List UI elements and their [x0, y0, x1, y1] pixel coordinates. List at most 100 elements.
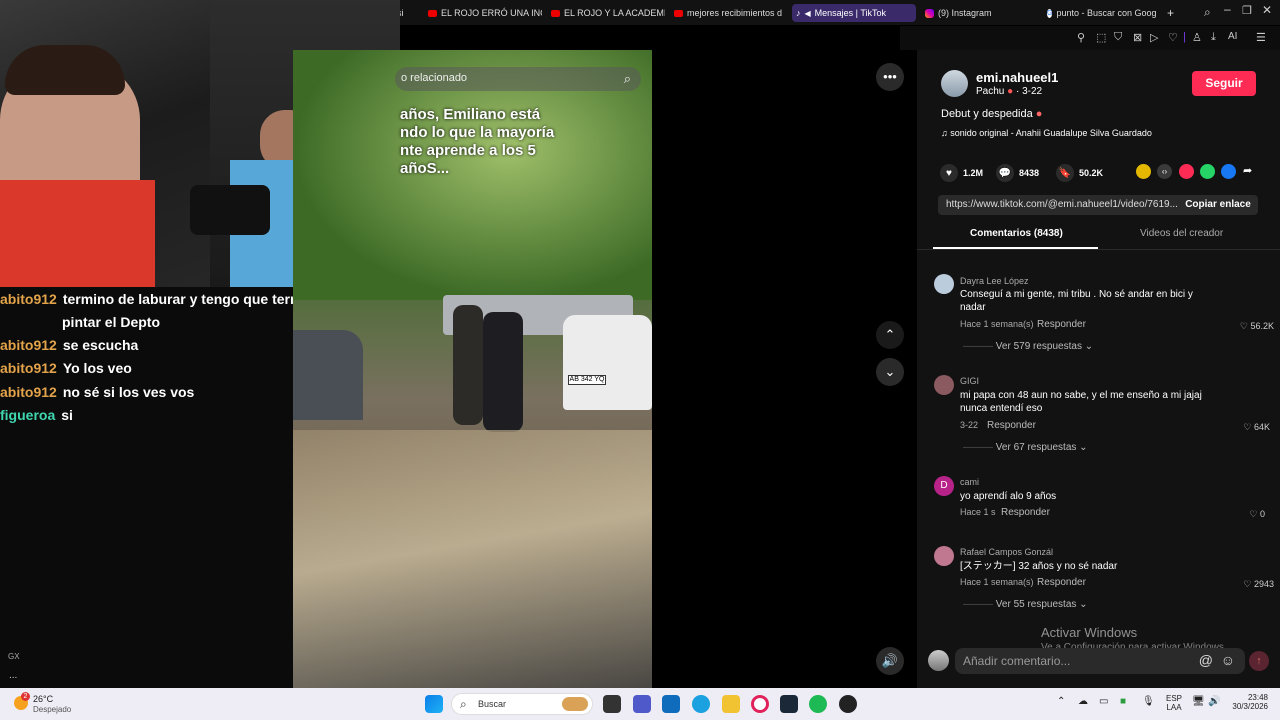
- pin-icon[interactable]: ⚲: [1077, 31, 1085, 44]
- commenter-name[interactable]: GIGI: [960, 376, 979, 386]
- comment-like-count[interactable]: ♡ 64K: [1220, 422, 1270, 433]
- emoji-icon[interactable]: ☺: [1221, 652, 1235, 668]
- chevron-down-icon: ⌄: [1079, 599, 1088, 610]
- comment-input[interactable]: Añadir comentario... @ ☺: [955, 648, 1245, 674]
- comment-text: yo aprendí alo 9 años: [960, 491, 1057, 502]
- steam-icon[interactable]: [780, 695, 798, 713]
- weather-desc[interactable]: Despejado: [33, 705, 71, 714]
- comment-time: Hace 1 semana(s): [960, 577, 1034, 587]
- comment-stat[interactable]: 💬 8438: [996, 164, 1039, 182]
- creator-username[interactable]: emi.nahueel1: [976, 70, 1058, 85]
- reply-button[interactable]: Responder: [1037, 319, 1086, 330]
- facebook-icon[interactable]: [1221, 164, 1236, 179]
- commenter-avatar[interactable]: [934, 546, 954, 566]
- volume-icon[interactable]: 🔊: [1208, 696, 1220, 707]
- search-tabs-icon[interactable]: ⌕: [1204, 5, 1211, 20]
- device-icon[interactable]: ▭: [1099, 696, 1108, 707]
- more-dots[interactable]: ...: [9, 670, 17, 681]
- view-replies-button[interactable]: ——— Ver 67 respuestas ⌄: [963, 442, 1088, 453]
- more-options-button[interactable]: •••: [876, 63, 904, 91]
- comment-like-count[interactable]: ♡ 56.2K: [1224, 321, 1274, 332]
- network-icon[interactable]: 🖥: [1192, 696, 1205, 707]
- onedrive-icon[interactable]: ☁: [1078, 696, 1088, 707]
- copy-link-button[interactable]: Copiar enlace: [1178, 195, 1258, 215]
- new-tab-button[interactable]: +: [1163, 4, 1179, 22]
- clock[interactable]: 23:48 30/3/2026: [1226, 693, 1268, 711]
- user-avatar[interactable]: [928, 650, 949, 671]
- commenter-avatar[interactable]: [934, 274, 954, 294]
- tab-creator-videos[interactable]: Videos del creador: [1140, 228, 1223, 239]
- reply-button[interactable]: Responder: [1037, 577, 1086, 588]
- teams-icon[interactable]: [633, 695, 651, 713]
- emoji-share-icon[interactable]: [1136, 164, 1151, 179]
- browser-tab[interactable]: EL ROJO ERRÓ UNA INC: [424, 4, 542, 22]
- taskbar-search[interactable]: ⌕ Buscar: [451, 693, 593, 715]
- whatsapp-icon[interactable]: [1200, 164, 1215, 179]
- reply-button[interactable]: Responder: [1001, 507, 1050, 518]
- chat-text: si: [61, 407, 73, 423]
- heart-icon[interactable]: ♡: [1168, 31, 1178, 44]
- commenter-avatar[interactable]: D: [934, 476, 954, 496]
- chevron-up-icon[interactable]: ⌃: [1057, 696, 1065, 707]
- app-tray-icon[interactable]: ■: [1120, 696, 1126, 707]
- screenshot-icon[interactable]: ⬚: [1096, 31, 1106, 44]
- creator-avatar[interactable]: [941, 70, 968, 97]
- heart-outline-icon: ♡: [1239, 321, 1248, 331]
- reply-button[interactable]: Responder: [987, 420, 1036, 431]
- post-comment-button[interactable]: ↑: [1249, 651, 1269, 671]
- start-button[interactable]: [425, 695, 443, 713]
- search-icon[interactable]: ⌕: [624, 71, 631, 87]
- task-view-icon[interactable]: [603, 695, 621, 713]
- comment-like-count[interactable]: ♡ 2943: [1224, 579, 1274, 590]
- share-arrow-icon[interactable]: ➦: [1243, 164, 1258, 179]
- spotify-icon[interactable]: [809, 695, 827, 713]
- close-icon[interactable]: ✕: [1262, 3, 1272, 17]
- adblock-icon[interactable]: ⛉: [1114, 31, 1122, 44]
- view-replies-button[interactable]: ——— Ver 55 respuestas ⌄: [963, 599, 1088, 610]
- obs-icon[interactable]: [839, 695, 857, 713]
- chat-message: figueroa si: [0, 407, 73, 423]
- edge-icon[interactable]: [692, 695, 710, 713]
- outlook-icon[interactable]: [662, 695, 680, 713]
- commenter-avatar[interactable]: [934, 375, 954, 395]
- tab-comments[interactable]: Comentarios (8438): [970, 228, 1063, 239]
- opera-gx-icon[interactable]: [751, 695, 769, 713]
- account-icon[interactable]: ♙: [1192, 31, 1202, 44]
- save-stat[interactable]: 🔖 50.2K: [1056, 164, 1103, 182]
- like-stat[interactable]: ♥ 1.2M: [940, 164, 983, 182]
- microphone-icon[interactable]: 🎙: [1142, 696, 1155, 707]
- language-indicator[interactable]: ESP LAA: [1166, 694, 1182, 712]
- mention-icon[interactable]: @: [1199, 652, 1213, 668]
- browser-tab[interactable]: (9) Instagram: [921, 4, 1031, 22]
- previous-video-button[interactable]: ⌃: [876, 321, 904, 349]
- weather-temp[interactable]: 26°C: [33, 694, 53, 704]
- chevron-down-icon: ⌄: [884, 364, 896, 379]
- commenter-name[interactable]: Rafael Campos Gonzál: [960, 547, 1053, 557]
- menu-icon[interactable]: ☰: [1256, 31, 1266, 44]
- follow-button[interactable]: Seguir: [1192, 71, 1256, 96]
- download-icon[interactable]: ⤓: [1211, 31, 1216, 44]
- send-icon[interactable]: [1179, 164, 1194, 179]
- comment-time: Hace 1 s: [960, 507, 996, 517]
- play-icon[interactable]: ▷: [1150, 31, 1158, 44]
- minimize-icon[interactable]: –: [1224, 2, 1231, 16]
- next-video-button[interactable]: ⌄: [876, 358, 904, 386]
- browser-tab[interactable]: EL ROJO Y LA ACADEMI: [547, 4, 665, 22]
- browser-tab-active[interactable]: ♪ ◀ Mensajes | TikTok: [792, 4, 916, 22]
- maximize-icon[interactable]: ❐: [1242, 4, 1252, 17]
- search-input[interactable]: o relacionado: [401, 72, 467, 84]
- ai-icon[interactable]: AI: [1228, 31, 1237, 42]
- volume-button[interactable]: 🔊: [876, 647, 904, 675]
- browser-tab[interactable]: mejores recibimientos d: [670, 4, 786, 22]
- commenter-name[interactable]: Dayra Lee López: [960, 276, 1029, 286]
- vpn-icon[interactable]: ⊠: [1133, 31, 1142, 44]
- speaker-icon: ◀: [804, 8, 811, 18]
- sound-info[interactable]: ♫ sonido original - Anahii Guadalupe Sil…: [941, 128, 1152, 138]
- browser-tab[interactable]: Gpunto - Buscar con Goog: [1043, 4, 1158, 22]
- file-explorer-icon[interactable]: [722, 695, 740, 713]
- video-search-bar[interactable]: o relacionado ⌕: [395, 67, 641, 91]
- comment-like-count[interactable]: ♡ 0: [1215, 509, 1265, 520]
- embed-icon[interactable]: ‹›: [1157, 164, 1172, 179]
- view-replies-button[interactable]: ——— Ver 579 respuestas ⌄: [963, 341, 1093, 352]
- commenter-name[interactable]: cami: [960, 477, 979, 487]
